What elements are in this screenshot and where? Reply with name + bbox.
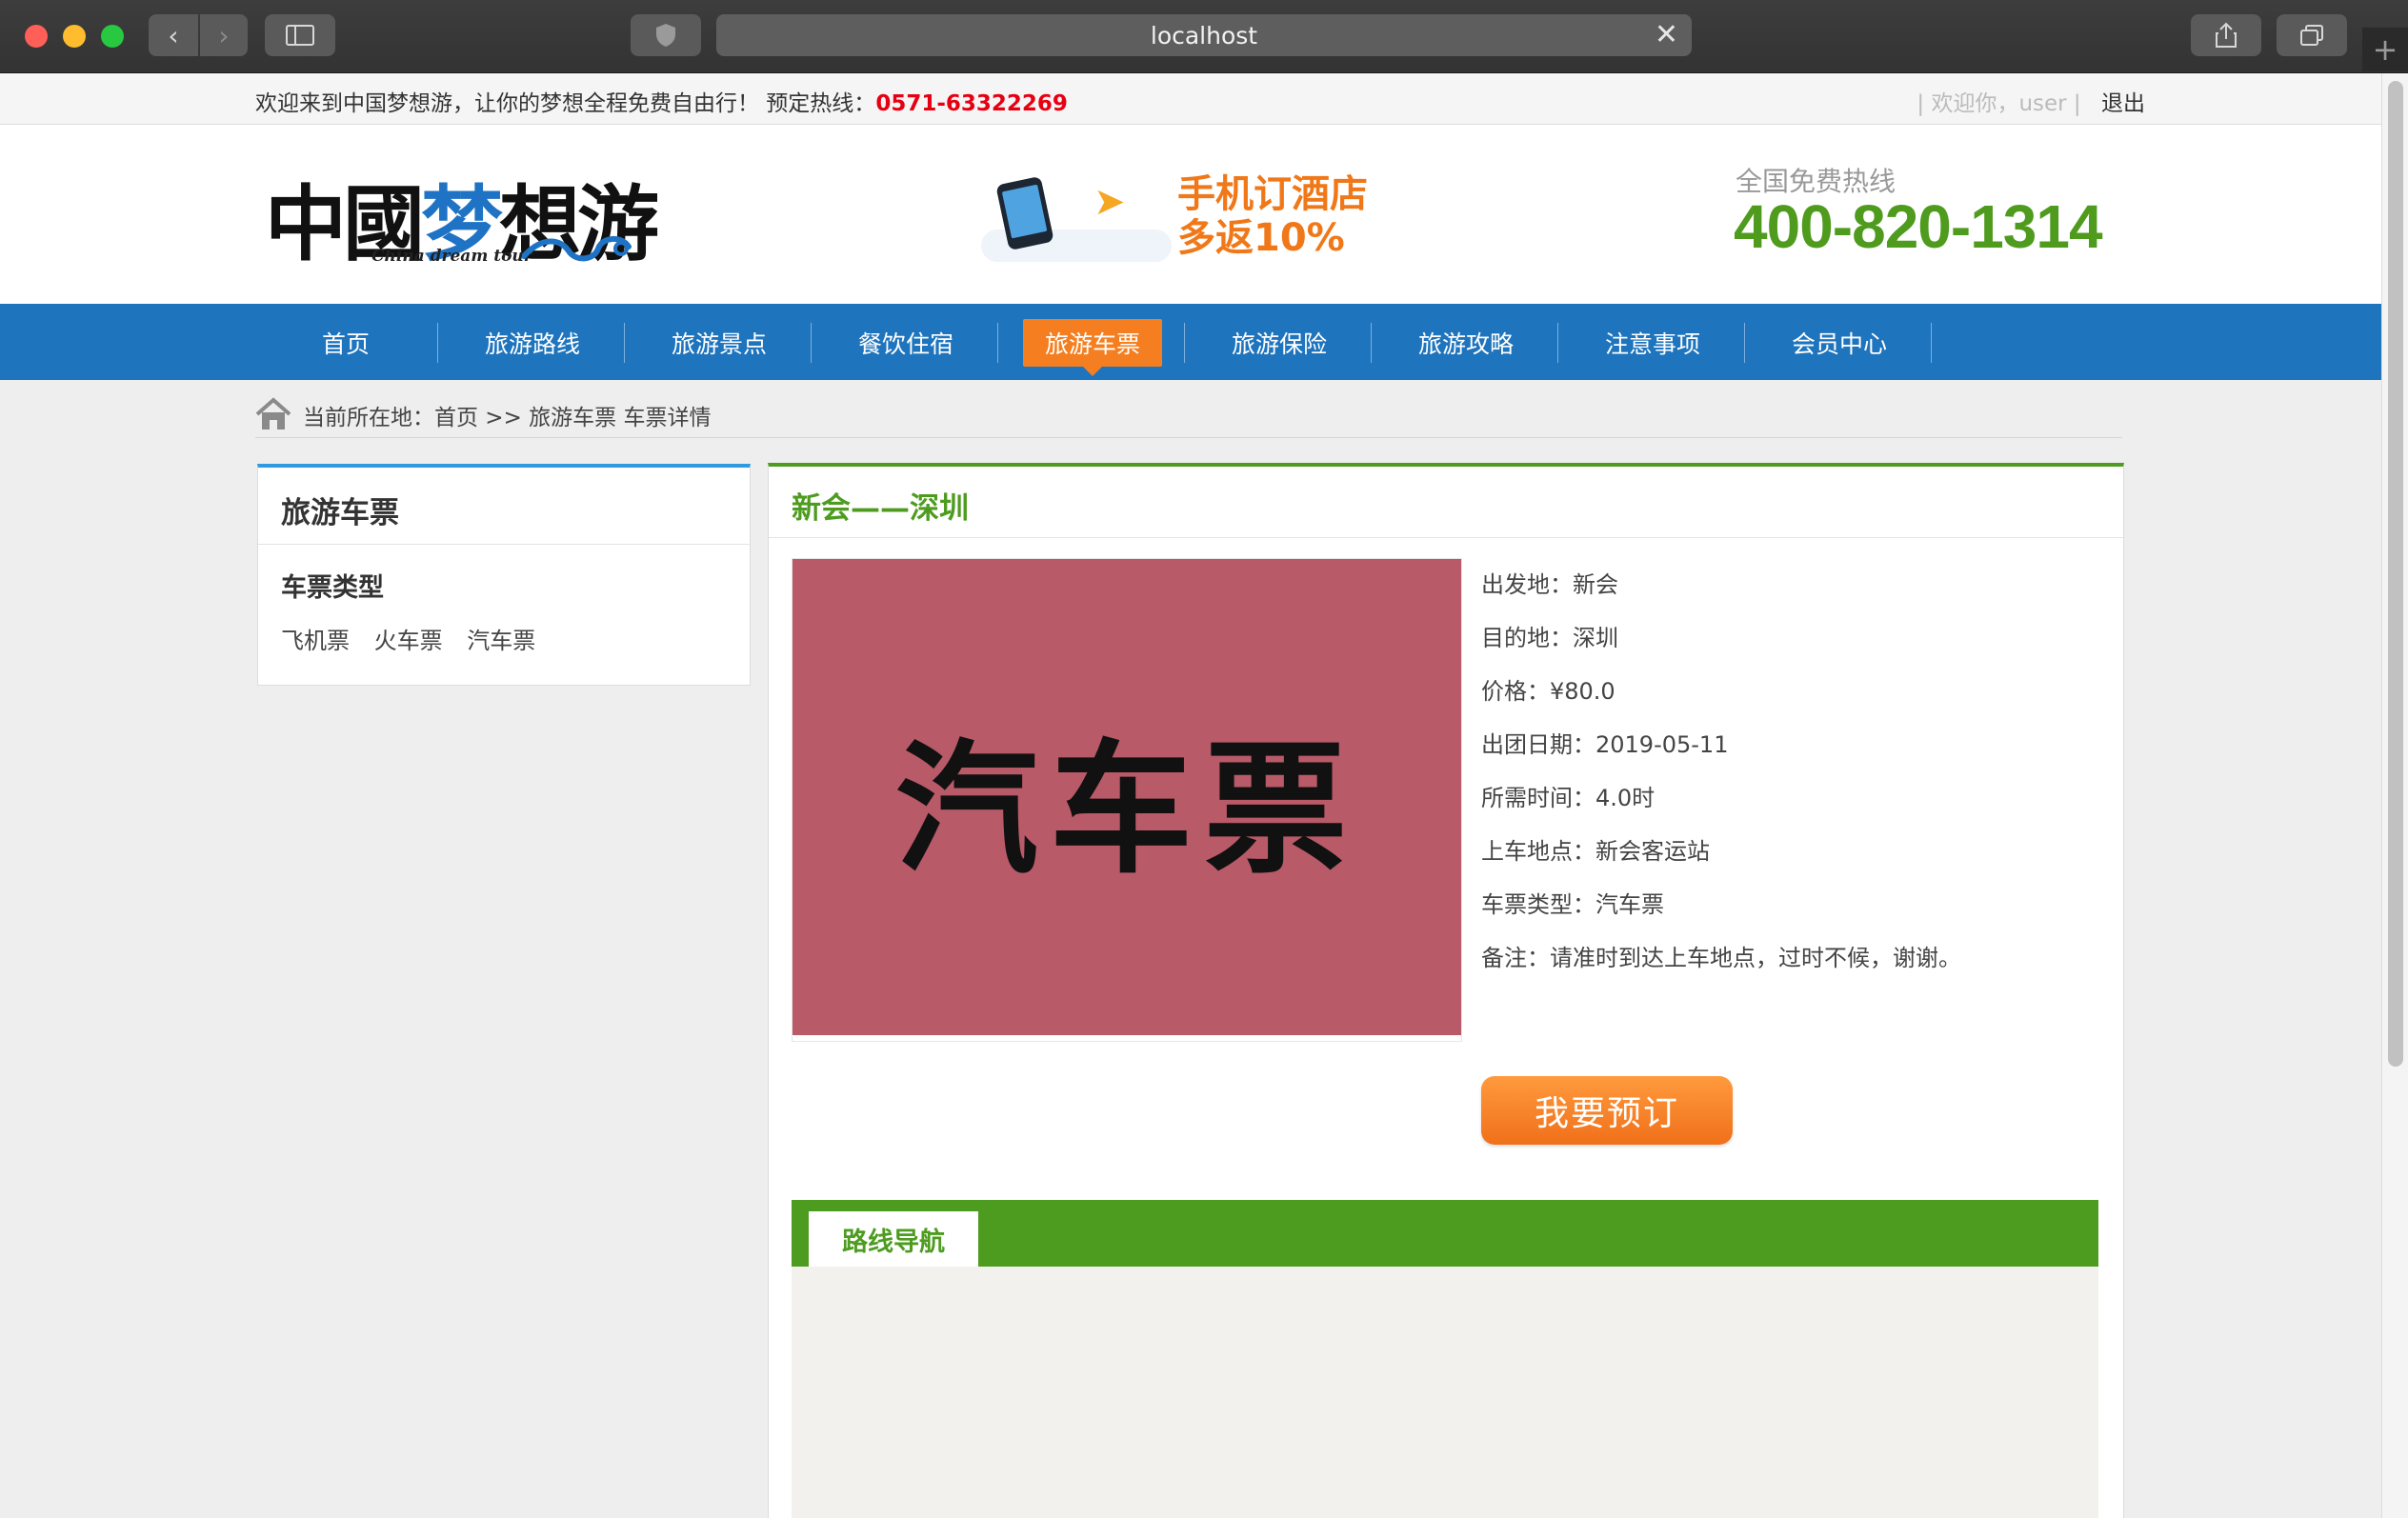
page-viewport: 欢迎来到中国梦想游，让你的梦想全程免费自由行！ 预定热线：0571-633222… bbox=[0, 73, 2381, 1518]
sidebar-toggle-button[interactable] bbox=[265, 14, 335, 56]
route-navigation-bar: 路线导航 bbox=[792, 1200, 2098, 1267]
home-icon bbox=[255, 397, 291, 429]
nav-item-home[interactable]: 首页 bbox=[276, 319, 415, 367]
nav-divider bbox=[437, 323, 438, 363]
info-price: 价格：¥80.0 bbox=[1481, 678, 1615, 705]
promo-line-1: 手机订酒店 bbox=[1177, 172, 1368, 216]
divider bbox=[258, 544, 750, 545]
nav-divider bbox=[811, 323, 812, 363]
close-icon[interactable]: ✕ bbox=[1655, 18, 1678, 51]
nav-divider bbox=[624, 323, 625, 363]
nav-divider bbox=[1184, 323, 1185, 363]
sidebar-subtitle: 车票类型 bbox=[281, 573, 384, 603]
ticket-info-list: 出发地：新会 目的地：深圳 价格：¥80.0 出团日期：2019-05-11 所… bbox=[1481, 568, 1961, 994]
nav-item-member-center[interactable]: 会员中心 bbox=[1770, 319, 1909, 367]
sidebar-link-bus[interactable]: 汽车票 bbox=[467, 628, 535, 654]
free-hotline-number: 400-820-1314 bbox=[1734, 192, 2103, 261]
info-remarks: 备注：请准时到达上车地点，过时不候，谢谢。 bbox=[1481, 945, 1961, 971]
url-text: localhost bbox=[1150, 21, 1258, 50]
paper-plane-icon: ➤ bbox=[1094, 180, 1126, 224]
info-ticket-type: 车票类型：汽车票 bbox=[1481, 891, 1664, 918]
ticket-image-text: 汽车票 bbox=[894, 725, 1358, 893]
tab-route-navigation[interactable]: 路线导航 bbox=[809, 1211, 978, 1267]
nav-item-guides[interactable]: 旅游攻略 bbox=[1396, 319, 1535, 367]
site-header: 中國梦想游 China dream tour ➤ 手机订酒店 多返10% 全国免… bbox=[0, 125, 2381, 304]
welcome-text: 欢迎来到中国梦想游，让你的梦想全程免费自由行！ 预定热线： bbox=[255, 91, 876, 116]
nav-item-tickets[interactable]: 旅游车票 bbox=[1023, 319, 1162, 376]
ticket-route-title: 新会——深圳 bbox=[792, 491, 969, 526]
logo-subtitle: China dream tour bbox=[371, 247, 532, 266]
user-area: | 欢迎你，user | 退出 bbox=[1916, 85, 2145, 117]
address-bar[interactable]: localhost ✕ bbox=[716, 14, 1692, 56]
privacy-report-button[interactable] bbox=[631, 14, 701, 56]
nav-item-insurance[interactable]: 旅游保险 bbox=[1210, 319, 1349, 367]
info-departure-date: 出团日期：2019-05-11 bbox=[1481, 731, 1729, 758]
sidebar-link-flight[interactable]: 飞机票 bbox=[281, 628, 350, 654]
site-logo[interactable]: 中國梦想游 China dream tour bbox=[265, 157, 659, 272]
info-duration: 所需时间：4.0时 bbox=[1481, 785, 1656, 811]
nav-divider bbox=[1744, 323, 1745, 363]
promo-line-2: 多返10% bbox=[1177, 216, 1345, 260]
info-destination: 目的地：深圳 bbox=[1481, 625, 1618, 651]
info-departure: 出发地：新会 bbox=[1481, 571, 1618, 598]
wave-icon bbox=[522, 236, 632, 262]
chevron-right-icon: › bbox=[218, 19, 230, 51]
window-zoom-button[interactable] bbox=[101, 25, 124, 48]
nav-item-notices[interactable]: 注意事项 bbox=[1583, 319, 1722, 367]
book-now-button[interactable]: 我要预订 bbox=[1481, 1076, 1733, 1145]
forward-button[interactable]: › bbox=[200, 14, 248, 56]
sidebar-title: 旅游车票 bbox=[281, 496, 399, 530]
breadcrumb-text: 当前所在地：首页 >> 旅游车票 车票详情 bbox=[303, 406, 712, 430]
sidebar-icon bbox=[286, 25, 314, 46]
sidebar-link-train[interactable]: 火车票 bbox=[374, 628, 443, 654]
nav-divider bbox=[1371, 323, 1372, 363]
browser-toolbar: ‹ › localhost ✕ + bbox=[0, 0, 2408, 73]
ticket-image: 汽车票 bbox=[792, 558, 1462, 1042]
tabs-icon bbox=[2300, 25, 2323, 46]
tab-overview-button[interactable] bbox=[2277, 14, 2347, 56]
nav-divider bbox=[1557, 323, 1558, 363]
share-button[interactable] bbox=[2191, 14, 2261, 56]
route-map[interactable] bbox=[792, 1267, 2098, 1518]
window-close-button[interactable] bbox=[25, 25, 48, 48]
shield-icon bbox=[656, 24, 675, 47]
scrollbar-thumb[interactable] bbox=[2388, 81, 2403, 1067]
user-greeting: | 欢迎你，user | bbox=[1916, 91, 2081, 116]
nav-divider bbox=[997, 323, 998, 363]
nav-item-attractions[interactable]: 旅游景点 bbox=[650, 319, 789, 367]
info-boarding-point: 上车地点：新会客运站 bbox=[1481, 838, 1710, 865]
nav-item-routes[interactable]: 旅游路线 bbox=[463, 319, 602, 367]
top-info-bar: 欢迎来到中国梦想游，让你的梦想全程免费自由行！ 预定热线：0571-633222… bbox=[0, 73, 2381, 125]
share-icon bbox=[2216, 22, 2237, 48]
breadcrumb: 当前所在地：首页 >> 旅游车票 车票详情 bbox=[255, 391, 2122, 438]
plus-icon: + bbox=[2372, 31, 2398, 68]
page-scrollbar[interactable] bbox=[2381, 73, 2408, 1518]
window-minimize-button[interactable] bbox=[63, 25, 86, 48]
divider bbox=[769, 537, 2123, 538]
chevron-left-icon: ‹ bbox=[168, 19, 179, 51]
logout-link[interactable]: 退出 bbox=[2101, 91, 2145, 116]
back-button[interactable]: ‹ bbox=[149, 14, 198, 56]
nav-divider bbox=[1931, 323, 1932, 363]
new-tab-button[interactable]: + bbox=[2362, 28, 2408, 71]
ticket-detail-panel: 新会——深圳 汽车票 出发地：新会 目的地：深圳 价格：¥80.0 出团日期：2… bbox=[768, 463, 2124, 1518]
booking-hotline: 0571-63322269 bbox=[875, 91, 1068, 116]
mobile-hotel-promo[interactable]: ➤ 手机订酒店 多返10% bbox=[981, 172, 1368, 277]
main-nav: 首页 旅游路线 旅游景点 餐饮住宿 旅游车票 旅游保险 旅游攻略 注意事项 会员… bbox=[0, 304, 2381, 380]
ticket-category-sidebar: 旅游车票 车票类型 飞机票 火车票 汽车票 bbox=[257, 464, 751, 686]
nav-item-dining[interactable]: 餐饮住宿 bbox=[836, 319, 975, 367]
